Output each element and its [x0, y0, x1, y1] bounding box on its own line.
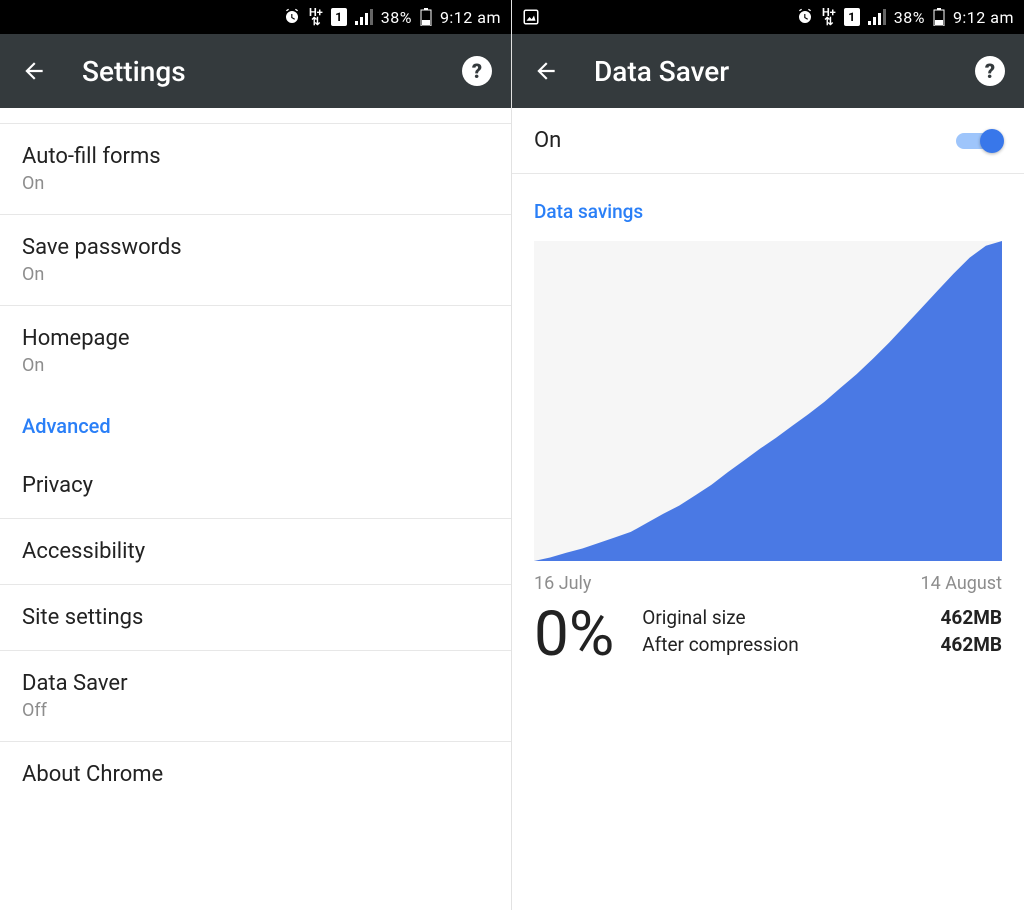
network-type-icon: H+ ⇅ [822, 8, 836, 26]
savings-percent: 0% [534, 604, 614, 666]
help-button[interactable]: ? [970, 51, 1010, 91]
row-label: Auto-fill forms [22, 144, 489, 169]
stat-row-compressed: After compression 462MB [642, 631, 1002, 658]
status-bar: H+ ⇅ 1 38% 9:12 am [0, 0, 511, 34]
row-label: Accessibility [22, 539, 489, 564]
image-notification-icon [522, 8, 540, 26]
toggle-label: On [534, 128, 956, 153]
stat-value: 462MB [941, 606, 1002, 629]
row-toggle[interactable]: On [512, 108, 1024, 174]
clock: 9:12 am [440, 8, 501, 27]
alarm-icon [283, 8, 301, 26]
help-icon: ? [462, 56, 492, 86]
row-homepage[interactable]: Homepage On [0, 306, 511, 396]
row-sub: Off [22, 700, 489, 721]
stat-value: 462MB [941, 633, 1002, 656]
data-savings-chart [534, 241, 1002, 561]
status-bar: H+ ⇅ 1 38% 9:12 am [512, 0, 1024, 34]
toggle-switch[interactable] [956, 129, 1002, 153]
row-label: About Chrome [22, 762, 489, 787]
row-label: Data Saver [22, 671, 489, 696]
back-button[interactable] [14, 51, 54, 91]
row-autofill-forms[interactable]: Auto-fill forms On [0, 124, 511, 215]
stat-table: Original size 462MB After compression 46… [642, 604, 1002, 658]
row-sub: On [22, 173, 489, 194]
switch-thumb [980, 129, 1004, 153]
row-label: Save passwords [22, 235, 489, 260]
battery-pct: 38% [381, 8, 412, 27]
row-data-saver[interactable]: Data Saver Off [0, 651, 511, 742]
back-button[interactable] [526, 51, 566, 91]
data-saver-content: On Data savings 16 July 14 August [512, 108, 1024, 910]
row-privacy[interactable]: Privacy [0, 452, 511, 519]
help-button[interactable]: ? [457, 51, 497, 91]
alarm-icon [796, 8, 814, 26]
stat-row-original: Original size 462MB [642, 604, 1002, 631]
battery-icon [933, 8, 945, 26]
stat-label: After compression [642, 633, 798, 656]
section-data-savings: Data savings [512, 174, 1024, 241]
app-bar: Data Saver ? [512, 34, 1024, 108]
section-advanced: Advanced [0, 396, 511, 452]
page-title: Settings [82, 55, 429, 88]
battery-icon [420, 8, 432, 26]
row-about-chrome[interactable]: About Chrome [0, 742, 511, 807]
row-accessibility[interactable]: Accessibility [0, 519, 511, 585]
list-gap [0, 108, 511, 124]
row-site-settings[interactable]: Site settings [0, 585, 511, 651]
clock: 9:12 am [953, 8, 1014, 27]
chart-dates: 16 July 14 August [534, 573, 1002, 594]
screenshot-settings: H+ ⇅ 1 38% 9:12 am Settings ? [0, 0, 512, 910]
chart-wrap: 16 July 14 August [534, 241, 1002, 594]
sim-icon: 1 [331, 8, 347, 26]
signal-icon [868, 9, 886, 25]
settings-list: Auto-fill forms On Save passwords On Hom… [0, 108, 511, 910]
area-chart-svg [534, 241, 1002, 561]
chart-date-start: 16 July [534, 573, 591, 594]
screenshot-data-saver: H+ ⇅ 1 38% 9:12 am Data Saver ? O [512, 0, 1024, 910]
network-type-icon: H+ ⇅ [309, 8, 323, 26]
battery-pct: 38% [894, 8, 925, 27]
chart-date-end: 14 August [921, 573, 1002, 594]
row-label: Privacy [22, 473, 489, 498]
row-label: Homepage [22, 326, 489, 351]
sim-icon: 1 [844, 8, 860, 26]
page-title: Data Saver [594, 55, 942, 88]
app-bar: Settings ? [0, 34, 511, 108]
help-icon: ? [975, 56, 1005, 86]
row-save-passwords[interactable]: Save passwords On [0, 215, 511, 306]
row-label: Site settings [22, 605, 489, 630]
row-sub: On [22, 355, 489, 376]
signal-icon [355, 9, 373, 25]
stat-label: Original size [642, 606, 745, 629]
row-sub: On [22, 264, 489, 285]
stats: 0% Original size 462MB After compression… [512, 594, 1024, 666]
